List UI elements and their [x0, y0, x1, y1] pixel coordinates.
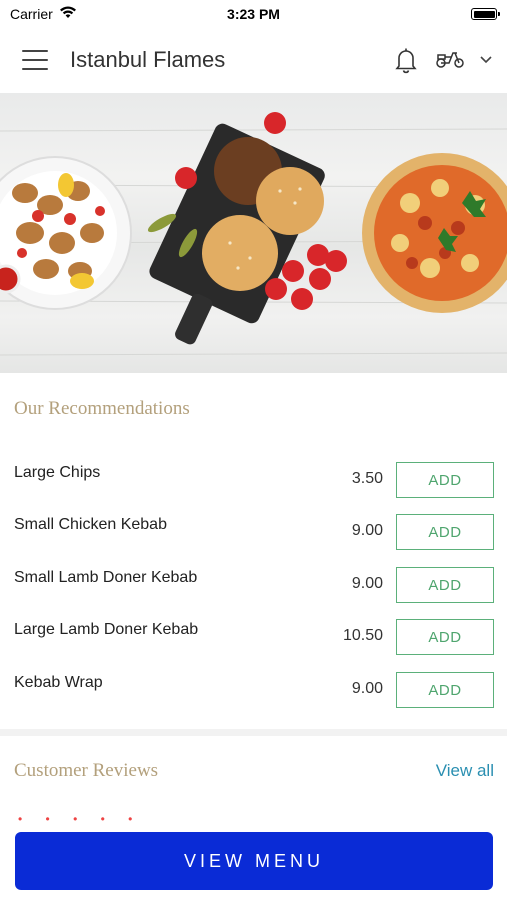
item-name: Small Lamb Doner Kebab — [14, 569, 198, 586]
app-header: Istanbul Flames — [0, 28, 507, 92]
reviews-title: Customer Reviews — [14, 760, 159, 781]
view-menu-button[interactable]: VIEW MENU — [15, 832, 493, 890]
carrier-label: Carrier — [10, 6, 53, 22]
rating-stars: • • • • • — [18, 812, 143, 826]
bell-icon[interactable] — [393, 46, 419, 74]
list-item: Kebab Wrap 9.00 ADD — [0, 672, 507, 724]
hero-food-image — [0, 93, 507, 373]
list-item: Large Lamb Doner Kebab 10.50 ADD — [0, 619, 507, 671]
item-price: 10.50 — [342, 627, 383, 644]
battery-icon — [471, 8, 500, 20]
item-price: 9.00 — [351, 575, 383, 592]
list-item: Large Chips 3.50 ADD — [0, 462, 507, 514]
item-price: 3.50 — [351, 470, 383, 487]
item-name: Kebab Wrap — [14, 674, 103, 691]
item-price: 9.00 — [351, 680, 383, 697]
carrier-group: Carrier — [10, 6, 77, 22]
add-button[interactable]: ADD — [396, 514, 494, 550]
page-title: Istanbul Flames — [70, 47, 226, 72]
hamburger-menu-icon[interactable] — [22, 50, 48, 70]
item-name: Small Chicken Kebab — [14, 516, 167, 533]
chevron-down-icon — [479, 51, 493, 69]
view-all-link[interactable]: View all — [436, 761, 494, 781]
list-item: Small Lamb Doner Kebab 9.00 ADD — [0, 567, 507, 619]
item-name: Large Lamb Doner Kebab — [14, 621, 199, 638]
scooter-icon — [435, 47, 465, 74]
list-item: Small Chicken Kebab 9.00 ADD — [0, 514, 507, 566]
add-button[interactable]: ADD — [396, 619, 494, 655]
wifi-icon — [59, 6, 77, 22]
add-button[interactable]: ADD — [396, 567, 494, 603]
add-button[interactable]: ADD — [396, 462, 494, 498]
item-name: Large Chips — [14, 464, 101, 481]
header-actions — [393, 46, 493, 74]
add-button[interactable]: ADD — [396, 672, 494, 708]
status-bar: Carrier 3:23 PM — [0, 0, 507, 28]
delivery-mode-selector[interactable] — [435, 47, 493, 74]
status-time: 3:23 PM — [227, 6, 280, 22]
item-price: 9.00 — [351, 522, 383, 539]
section-divider — [0, 729, 507, 736]
recommendations-title: Our Recommendations — [14, 398, 190, 419]
